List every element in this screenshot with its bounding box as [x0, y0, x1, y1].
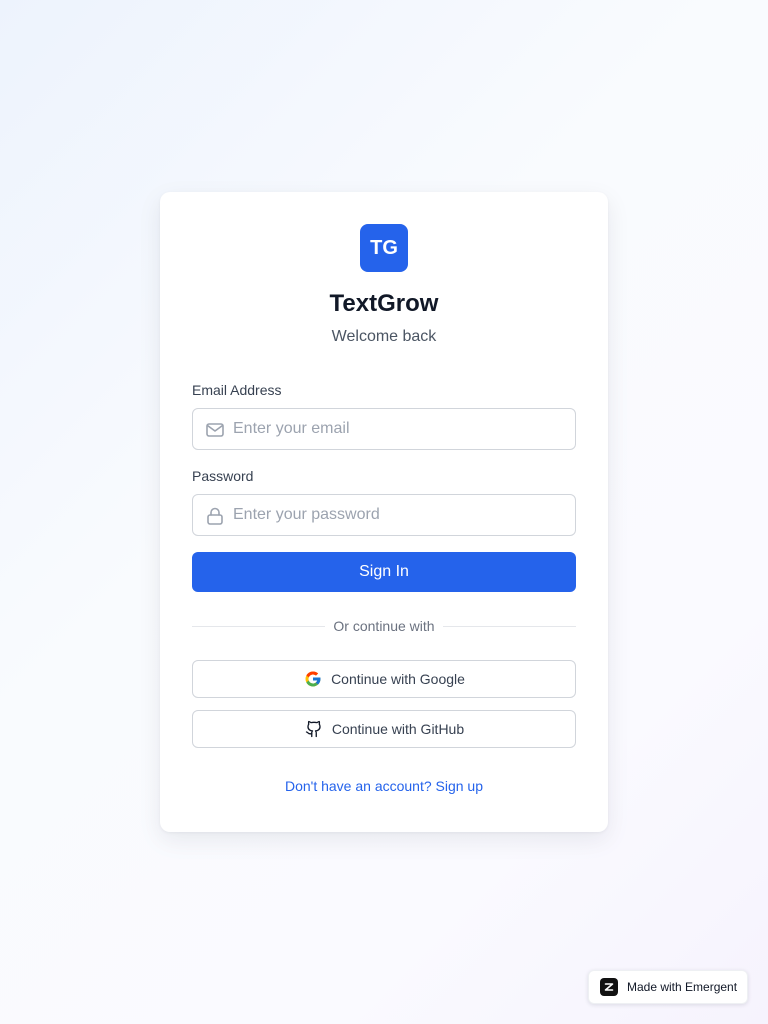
badge-label: Made with Emergent — [627, 980, 738, 994]
signup-row: Don't have an account? Sign up — [192, 776, 576, 796]
mail-icon — [205, 420, 225, 440]
email-field-wrapper — [192, 408, 576, 450]
or-divider: Or continue with — [192, 616, 577, 636]
github-button-label: Continue with GitHub — [331, 721, 465, 737]
google-icon — [303, 669, 323, 689]
password-field-wrapper — [192, 494, 576, 536]
sign-in-button[interactable]: Sign In — [192, 552, 576, 592]
email-label: Email Address — [192, 382, 282, 398]
lock-icon — [205, 506, 225, 526]
welcome-subtitle: Welcome back — [331, 328, 437, 345]
github-icon — [304, 719, 324, 739]
divider-text: Or continue with — [333, 618, 435, 634]
app-logo: TG — [360, 224, 408, 272]
emergent-logo-icon — [600, 978, 618, 996]
google-signin-button[interactable]: Continue with Google — [192, 660, 576, 698]
password-input[interactable] — [233, 495, 563, 535]
app-title: TextGrow — [329, 290, 439, 317]
github-signin-button[interactable]: Continue with GitHub — [192, 710, 576, 748]
google-button-label: Continue with Google — [331, 671, 465, 687]
email-input[interactable] — [233, 409, 563, 449]
sign-up-link[interactable]: Don't have an account? Sign up — [285, 778, 483, 794]
made-with-emergent-badge[interactable]: Made with Emergent — [588, 970, 748, 1004]
password-label: Password — [192, 468, 254, 484]
divider-line-left — [192, 625, 326, 627]
divider-line-right — [442, 625, 577, 627]
login-card: TG TextGrow Welcome back Email Address P… — [160, 192, 608, 832]
